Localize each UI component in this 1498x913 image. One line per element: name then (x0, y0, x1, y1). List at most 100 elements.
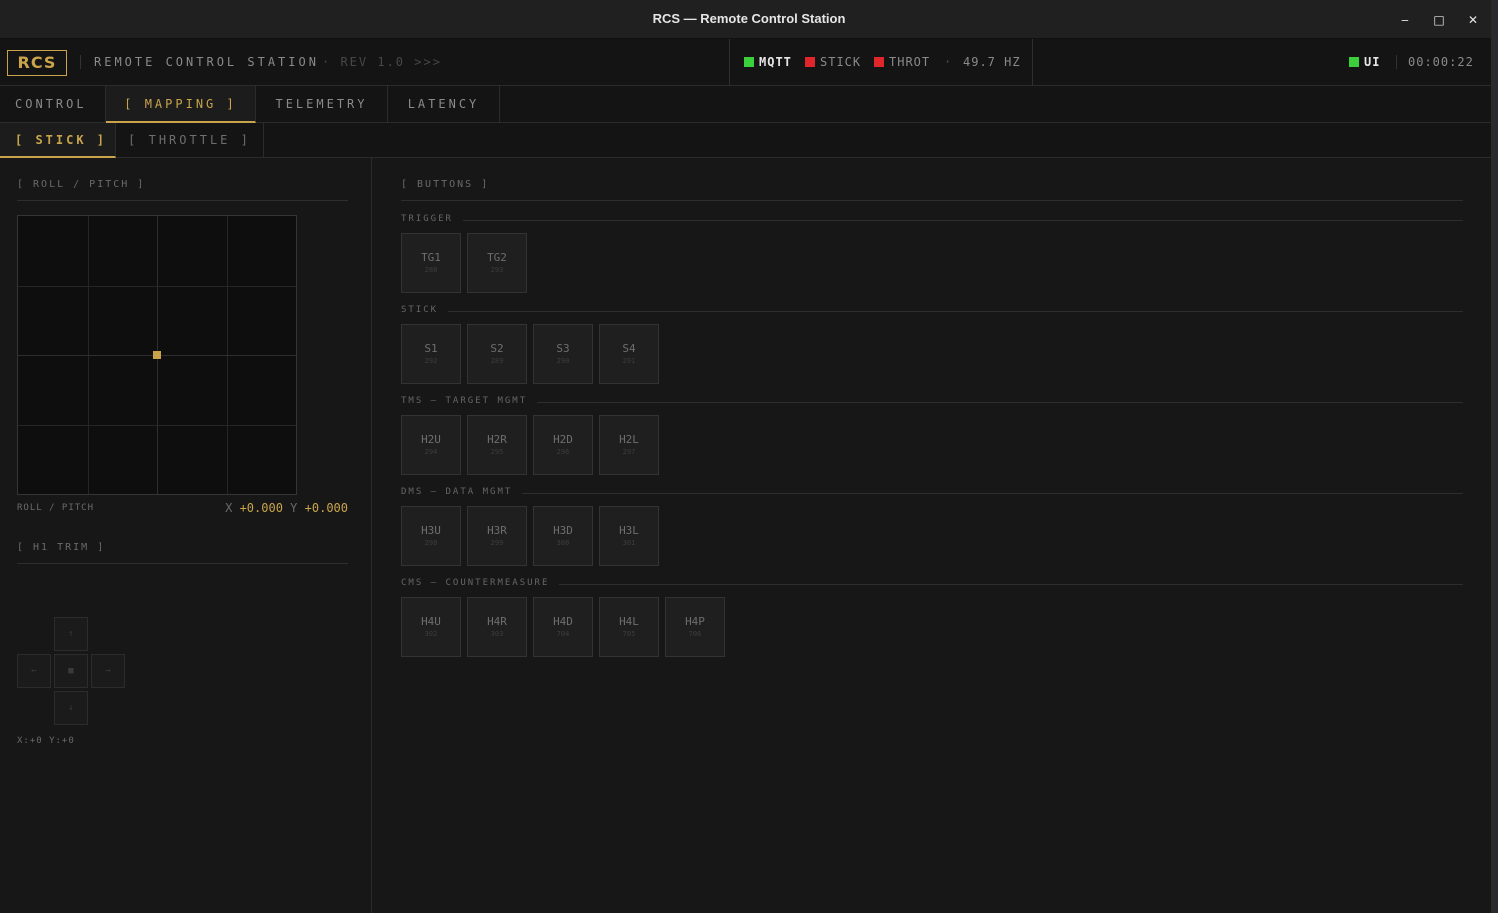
status-throt: THROT (874, 55, 930, 69)
x-value: +0.000 (239, 501, 283, 515)
button-code: 292 (424, 357, 438, 365)
trim-up-button[interactable]: ↑ (54, 617, 88, 651)
revision-label: · REV 1.0 >>> (322, 55, 442, 69)
tab-mapping[interactable]: [ MAPPING ] (106, 86, 256, 123)
mapping-button-h4p[interactable]: H4P 706 (665, 597, 725, 657)
status-indicator (1349, 57, 1359, 67)
mapping-button-h3u[interactable]: H3U 298 (401, 506, 461, 566)
desktop-edge (1491, 0, 1498, 913)
trim-left-button[interactable]: ← (17, 654, 51, 688)
header-divider (80, 55, 81, 69)
roll-pitch-plot (17, 215, 297, 495)
mapping-button-h3r[interactable]: H3R 299 (467, 506, 527, 566)
trim-right-button[interactable]: → (91, 654, 125, 688)
tab-latency[interactable]: LATENCY (388, 86, 500, 123)
mapping-button-h4d[interactable]: H4D 704 (533, 597, 593, 657)
mapping-button-h2u[interactable]: H2U 294 (401, 415, 461, 475)
trim-title: [ H1 TRIM ] (17, 542, 106, 553)
mapping-button-s1[interactable]: S1 292 (401, 324, 461, 384)
button-label: S1 (424, 342, 438, 355)
button-code: 704 (556, 630, 570, 638)
button-code: 293 (490, 266, 504, 274)
button-code: 298 (424, 539, 438, 547)
status-stick: STICK (805, 55, 861, 69)
connection-status: MQTT STICK THROT · 49.7 HZ (729, 39, 1033, 86)
section-divider (17, 563, 348, 564)
stick-axes-panel: [ ROLL / PITCH ] ROLL / PITCH X +0.000 Y… (0, 158, 372, 913)
button-label: H4D (553, 615, 573, 628)
mapping-button-s2[interactable]: S2 289 (467, 324, 527, 384)
button-code: 297 (622, 448, 636, 456)
mapping-button-tg1[interactable]: TG1 288 (401, 233, 461, 293)
button-code: 295 (490, 448, 504, 456)
maximize-icon[interactable]: □ (1428, 9, 1450, 31)
button-label: S4 (622, 342, 636, 355)
mapping-button-h2l[interactable]: H2L 297 (599, 415, 659, 475)
mapping-button-h2r[interactable]: H2R 295 (467, 415, 527, 475)
button-code: 301 (622, 539, 636, 547)
button-label: H2R (487, 433, 507, 446)
button-label: H2L (619, 433, 639, 446)
y-label: Y (290, 501, 298, 515)
app-window: RCS REMOTE CONTROL STATION · REV 1.0 >>>… (0, 39, 1491, 913)
buttons-panel: [ BUTTONS ] TRIGGER TG1 288 TG2 293 STICK S1 29… (373, 158, 1491, 913)
station-name: REMOTE CONTROL STATION (94, 55, 319, 69)
y-value: +0.000 (304, 501, 348, 515)
button-label: H3R (487, 524, 507, 537)
header-divider (1396, 55, 1397, 69)
button-label: H4U (421, 615, 441, 628)
mapping-button-h4u[interactable]: H4U 302 (401, 597, 461, 657)
button-code: 303 (490, 630, 504, 638)
button-label: TG1 (421, 251, 441, 264)
stick-xy-readout: X +0.000 Y +0.000 (190, 501, 348, 515)
button-label: TG2 (487, 251, 507, 264)
x-label: X (225, 501, 233, 515)
button-label: H3U (421, 524, 441, 537)
button-group-label: TRIGGER (401, 214, 453, 224)
session-clock: 00:00:22 (1408, 55, 1474, 69)
group-divider (448, 311, 1463, 312)
subtab-throttle[interactable]: [ THROTTLE ] (116, 123, 264, 158)
buttons-title: [ BUTTONS ] (401, 179, 490, 190)
mapping-button-s4[interactable]: S4 291 (599, 324, 659, 384)
tab-control[interactable]: CONTROL (0, 86, 106, 123)
mapping-button-h3l[interactable]: H3L 301 (599, 506, 659, 566)
button-label: H2U (421, 433, 441, 446)
mapping-button-h2d[interactable]: H2D 296 (533, 415, 593, 475)
status-mqtt: MQTT (744, 55, 792, 69)
tab-telemetry[interactable]: TELEMETRY (256, 86, 388, 123)
button-label: H4R (487, 615, 507, 628)
main-tabs: CONTROL [ MAPPING ] TELEMETRY LATENCY (0, 86, 1491, 123)
mapping-button-h3d[interactable]: H3D 300 (533, 506, 593, 566)
app-logo: RCS (7, 50, 67, 76)
button-code: 706 (688, 630, 702, 638)
mapping-button-tg2[interactable]: TG2 293 (467, 233, 527, 293)
window-title: RCS — Remote Control Station (652, 11, 846, 26)
close-icon[interactable]: ✕ (1462, 9, 1484, 31)
grid-line (18, 425, 296, 426)
button-code: 289 (490, 357, 504, 365)
roll-pitch-title: [ ROLL / PITCH ] (17, 179, 146, 190)
group-divider (537, 402, 1463, 403)
button-label: H4P (685, 615, 705, 628)
mapping-button-h4l[interactable]: H4L 705 (599, 597, 659, 657)
window-titlebar: RCS — Remote Control Station ‒ □ ✕ (0, 0, 1498, 39)
button-label: S2 (490, 342, 504, 355)
subtab-stick[interactable]: [ STICK ] (0, 123, 116, 158)
trim-center-button[interactable]: ■ (54, 654, 88, 688)
button-label: S3 (556, 342, 570, 355)
button-label: H2D (553, 433, 573, 446)
sub-tabs: [ STICK ] [ THROTTLE ] (0, 123, 1491, 158)
roll-pitch-caption: ROLL / PITCH (17, 503, 95, 513)
button-group-label: TMS — TARGET MGMT (401, 396, 528, 406)
button-code: 296 (556, 448, 570, 456)
group-divider (463, 220, 1463, 221)
mapping-button-s3[interactable]: S3 290 (533, 324, 593, 384)
status-ui: UI (1349, 55, 1380, 69)
grid-line (18, 286, 296, 287)
trim-down-button[interactable]: ↓ (54, 691, 88, 725)
status-indicator (874, 57, 884, 67)
minimize-icon[interactable]: ‒ (1394, 9, 1416, 31)
button-group-label: STICK (401, 305, 439, 315)
mapping-button-h4r[interactable]: H4R 303 (467, 597, 527, 657)
